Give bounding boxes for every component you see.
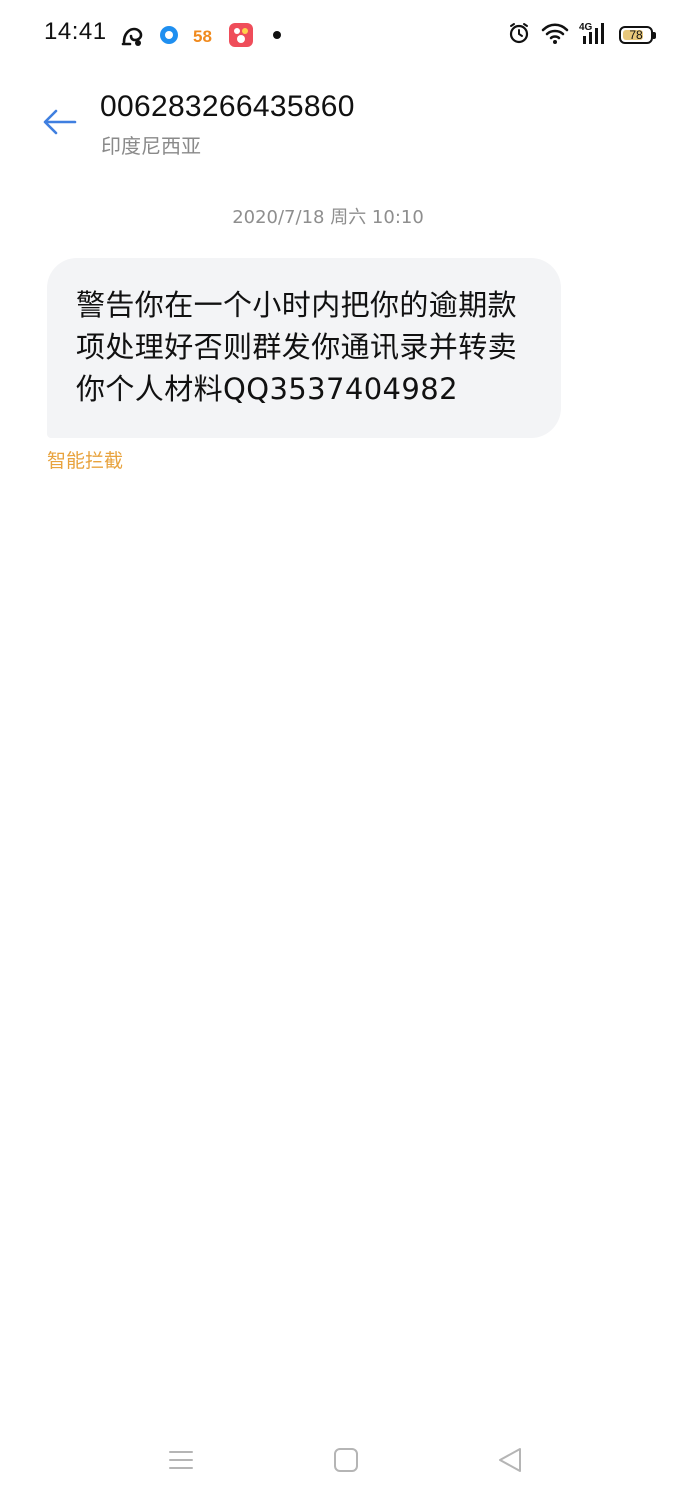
nav-back-button[interactable]: [488, 1438, 532, 1482]
nav-home-button[interactable]: [324, 1438, 368, 1482]
status-time: 14:41: [44, 18, 107, 45]
smart-intercept-tag: 智能拦截: [47, 450, 124, 472]
status-system-icons: 4G 78: [507, 20, 656, 50]
contact-region: 印度尼西亚: [101, 134, 201, 158]
battery-level: 78: [629, 28, 643, 42]
conversation-header: 006283266435860 印度尼西亚: [0, 78, 693, 168]
message-timestamp: 2020/7/18 周六 10:10: [232, 207, 424, 228]
4g-signal-icon: 4G: [579, 20, 609, 50]
sms-conversation-screen: 14:41 58 4G 78 006283266435860 印度尼西亚 202…: [0, 0, 693, 1500]
menu-icon: [169, 1451, 193, 1469]
battery-icon: 78: [619, 26, 656, 44]
nav-menu-button[interactable]: [159, 1438, 203, 1482]
status-notification-icons: 58: [120, 20, 290, 50]
incoming-message-bubble[interactable]: 警告你在一个小时内把你的逾期款项处理好否则群发你通讯录并转卖你个人材料QQ353…: [47, 258, 561, 438]
wifi-icon: [541, 21, 569, 49]
network-type-label: 4G: [579, 22, 593, 33]
app-red-icon: [228, 22, 254, 48]
back-triangle-icon: [499, 1448, 521, 1472]
status-bar: 14:41 58 4G 78: [0, 0, 693, 70]
app-58-label: 58: [193, 27, 212, 46]
contact-number: 006283266435860: [100, 90, 355, 123]
uc-browser-icon: [120, 22, 146, 48]
browser-circle-icon: [156, 22, 182, 48]
app-58-icon: 58: [192, 22, 218, 48]
alarm-icon: [507, 21, 531, 49]
notification-dot-icon: [264, 22, 290, 48]
navigation-bar: [0, 1420, 693, 1500]
arrow-left-icon: [43, 109, 77, 135]
home-square-icon: [334, 1448, 358, 1472]
back-button[interactable]: [38, 102, 82, 142]
